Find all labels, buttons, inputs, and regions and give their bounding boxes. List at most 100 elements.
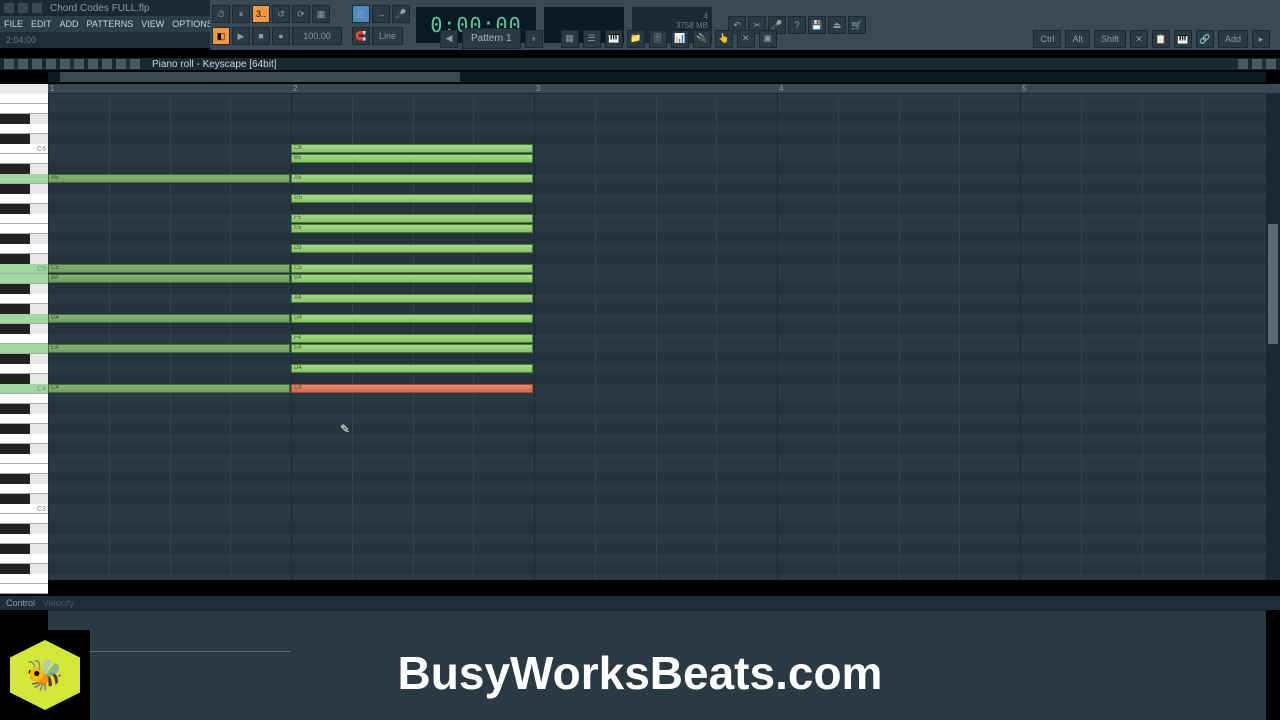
piano-key[interactable] [0, 524, 30, 534]
piano-key[interactable] [0, 394, 48, 404]
midi-note[interactable]: G4 [48, 314, 290, 323]
pr-tool-play-icon[interactable] [116, 59, 126, 69]
midi-note[interactable]: C4 [291, 384, 533, 393]
piano-key[interactable] [0, 574, 48, 584]
midi-note[interactable]: A4 [291, 294, 533, 303]
piano-key[interactable] [0, 424, 30, 434]
piano-key[interactable] [0, 414, 48, 424]
midi-note[interactable]: C6 [291, 144, 533, 153]
typing-add[interactable]: Add [1218, 30, 1248, 48]
midi-note[interactable]: B5 [291, 154, 533, 163]
menu-add[interactable]: ADD [60, 19, 79, 29]
step-icon[interactable]: ▦ [312, 5, 330, 23]
piano-key[interactable] [0, 104, 48, 114]
midi-note[interactable]: A5 [291, 174, 533, 183]
piano-key[interactable] [0, 494, 30, 504]
piano-key[interactable] [0, 284, 30, 294]
pr-speaker-icon[interactable] [130, 59, 140, 69]
midi-note[interactable]: D5 [291, 244, 533, 253]
midi-note[interactable]: G4 [291, 314, 533, 323]
piano-key[interactable] [0, 364, 48, 374]
piano-key[interactable] [0, 134, 30, 144]
minimize-button[interactable] [18, 3, 28, 13]
note-grid[interactable]: 12345 C4E4G4B4C5A5C4D4E4F4G4A4B4C5D5E5F5… [48, 84, 1280, 580]
typing-link-icon[interactable]: 🔗 [1196, 30, 1214, 48]
piano-key[interactable] [0, 464, 48, 474]
piano-key[interactable] [0, 474, 30, 484]
browser-button[interactable]: 📁 [627, 30, 645, 48]
pr-maximize-icon[interactable] [1252, 59, 1262, 69]
typing-paste-icon[interactable]: 📋 [1152, 30, 1170, 48]
typing-midi-icon[interactable]: 🎹 [1174, 30, 1192, 48]
piano-key[interactable] [0, 354, 30, 364]
snap-alt[interactable]: Alt [1065, 30, 1090, 48]
piano-key[interactable] [0, 534, 48, 544]
typing-close-icon[interactable]: ✕ [1130, 30, 1148, 48]
piano-key[interactable] [0, 434, 48, 444]
typing-next-icon[interactable]: ▸ [1252, 30, 1270, 48]
piano-key[interactable] [0, 114, 30, 124]
piano-key[interactable] [0, 204, 30, 214]
sysmenu-icon[interactable] [4, 3, 14, 13]
render-icon[interactable]: ⏏ [828, 16, 846, 34]
piano-key[interactable] [0, 374, 30, 384]
pr-minimize-icon[interactable] [1238, 59, 1248, 69]
control-label[interactable]: Control [6, 598, 35, 608]
piano-key[interactable] [0, 124, 48, 134]
snap-song-icon[interactable]: → [372, 5, 390, 23]
piano-key[interactable] [0, 194, 48, 204]
piano-key[interactable] [0, 564, 30, 574]
piano-key[interactable] [0, 294, 48, 304]
overdub-icon[interactable]: ↺ [272, 5, 290, 23]
mixer-button[interactable]: 🎚 [649, 30, 667, 48]
menu-patterns[interactable]: PATTERNS [87, 19, 134, 29]
piano-key[interactable] [0, 234, 30, 244]
snap-icon[interactable]: 🧲 [352, 27, 370, 45]
wait-icon[interactable]: ⏸ [232, 5, 250, 23]
recording-filter-icon[interactable]: 🎤 [392, 5, 410, 23]
midi-note[interactable]: B4 [48, 274, 290, 283]
countdown-icon[interactable]: 3.. [252, 5, 270, 23]
metronome-icon[interactable]: ⏱ [212, 5, 230, 23]
midi-note[interactable]: C5 [291, 264, 533, 273]
piano-key[interactable] [0, 584, 48, 594]
piano-key[interactable] [0, 254, 30, 264]
menu-view[interactable]: VIEW [141, 19, 164, 29]
save-icon[interactable]: 💾 [808, 16, 826, 34]
piano-key[interactable] [0, 554, 48, 564]
midi-note[interactable]: A5 [48, 174, 290, 183]
midi-note[interactable]: D4 [291, 364, 533, 373]
midi-note[interactable]: E4 [291, 344, 533, 353]
piano-key[interactable] [0, 174, 48, 184]
pr-tool-select-icon[interactable] [88, 59, 98, 69]
pr-tool-paint-icon[interactable] [32, 59, 42, 69]
piano-key[interactable]: C4 [0, 384, 48, 394]
pr-tool-slice-icon[interactable] [74, 59, 84, 69]
pr-menu-icon[interactable] [4, 59, 14, 69]
horizontal-scrollbar-thumb[interactable] [60, 72, 460, 82]
piano-key[interactable] [0, 454, 48, 464]
piano-key[interactable] [0, 404, 30, 414]
midi-note[interactable]: F4 [291, 334, 533, 343]
snap-value[interactable]: Line [372, 27, 403, 45]
piano-key[interactable] [0, 544, 30, 554]
piano-key[interactable]: C5 [0, 264, 48, 274]
snap-shift[interactable]: Shift [1094, 30, 1126, 48]
midi-note[interactable]: C4 [48, 384, 290, 393]
pattern-prev-button[interactable]: ◀ [440, 30, 458, 48]
playlist-button[interactable]: ▦ [561, 30, 579, 48]
piano-key[interactable] [0, 94, 48, 104]
pianoroll-channel-title[interactable]: Piano roll - Keyscape [64bit] [152, 59, 277, 70]
piano-key[interactable]: C3 [0, 504, 48, 514]
pr-tool-draw-icon[interactable] [18, 59, 28, 69]
pr-tool-zoom-icon[interactable] [102, 59, 112, 69]
pianoroll-button[interactable]: 🎹 [605, 30, 623, 48]
snap-ctrl[interactable]: Ctrl [1033, 30, 1061, 48]
piano-key[interactable]: C6 [0, 144, 48, 154]
piano-key[interactable] [0, 324, 30, 334]
horizontal-scrollbar[interactable] [48, 72, 1266, 82]
pattern-next-button[interactable]: + [525, 30, 543, 48]
stepseq-button[interactable]: ☰ [583, 30, 601, 48]
piano-key[interactable] [0, 304, 30, 314]
piano-key[interactable] [0, 214, 48, 224]
